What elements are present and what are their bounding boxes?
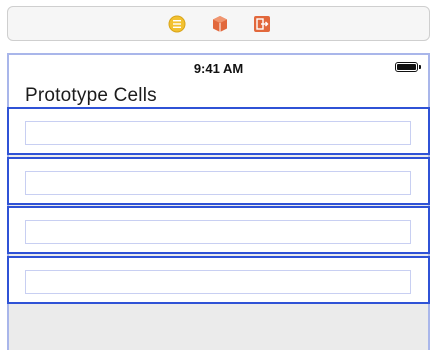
prototype-cell-2[interactable] — [7, 157, 430, 205]
status-time: 9:41 AM — [193, 61, 244, 76]
table-section-header: Prototype Cells — [9, 79, 428, 107]
cell-content-view[interactable] — [25, 171, 411, 195]
exit-icon[interactable] — [253, 15, 271, 33]
prototype-cell-3[interactable] — [7, 206, 430, 254]
status-bar: 9:41 AM — [9, 55, 428, 79]
battery-icon — [395, 62, 421, 72]
scene-dock — [7, 6, 430, 41]
view-controller-icon[interactable] — [168, 15, 186, 33]
first-responder-icon[interactable] — [211, 15, 229, 33]
cell-content-view[interactable] — [25, 270, 411, 294]
prototype-cell-4[interactable] — [7, 256, 430, 304]
cell-content-view[interactable] — [25, 121, 411, 145]
section-title: Prototype Cells — [25, 85, 157, 106]
view-controller-scene[interactable]: 9:41 AM Prototype Cells — [7, 53, 430, 350]
prototype-cell-1[interactable] — [7, 107, 430, 155]
cell-content-view[interactable] — [25, 220, 411, 244]
